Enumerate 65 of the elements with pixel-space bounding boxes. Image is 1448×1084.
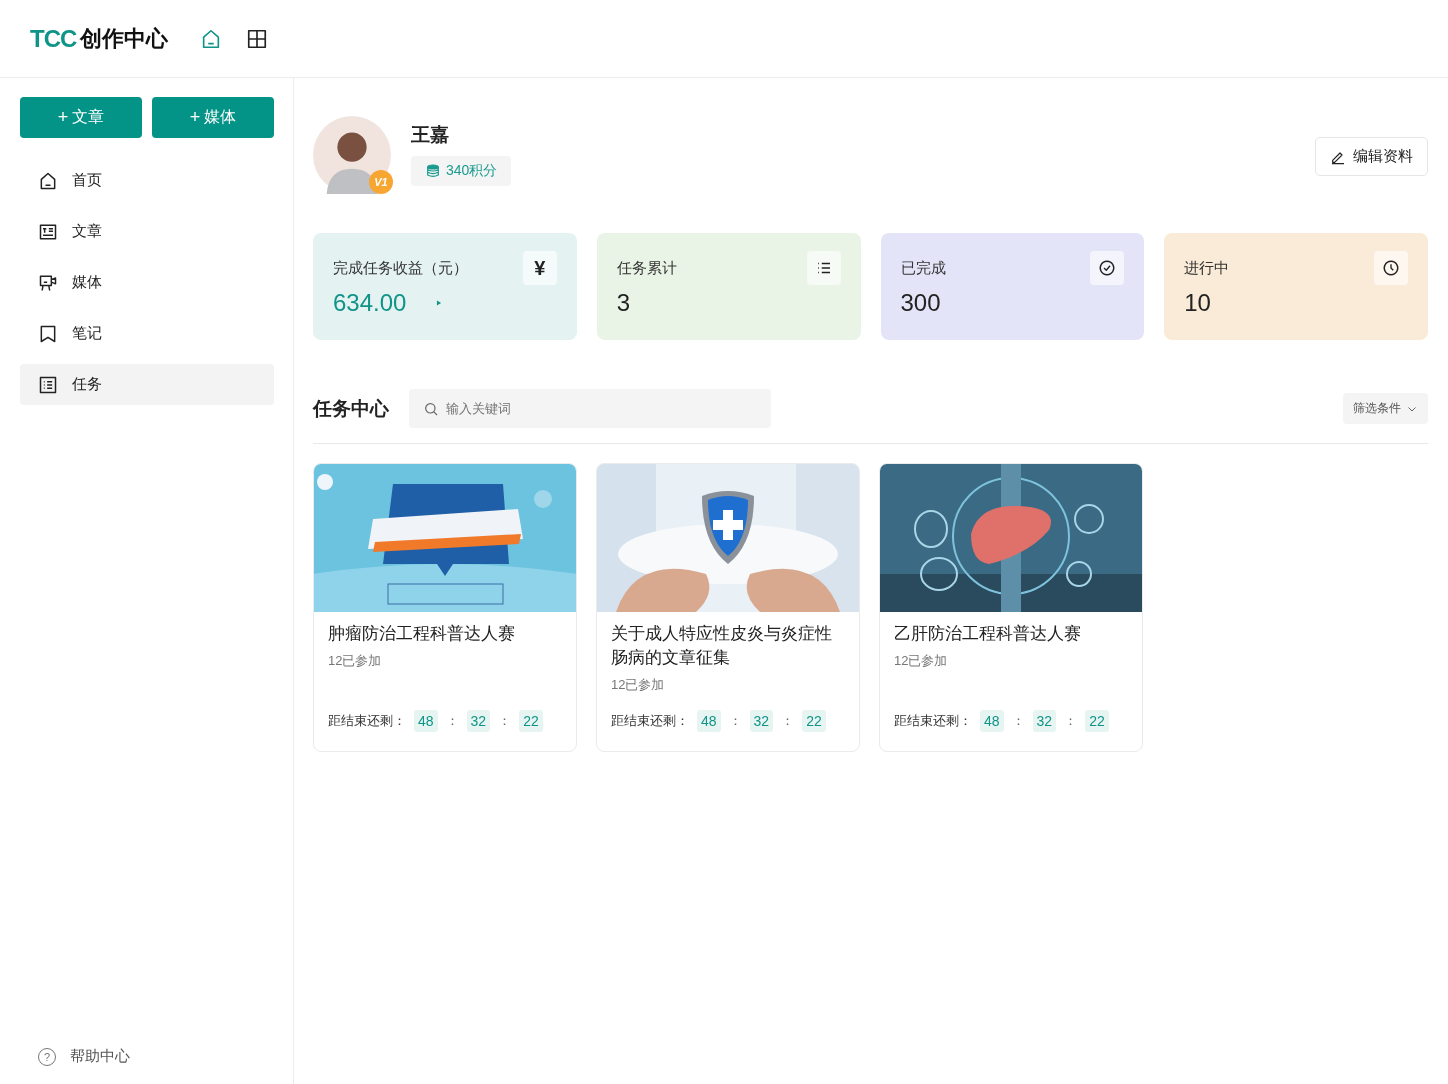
coins-icon (425, 163, 441, 179)
edit-profile-button[interactable]: 编辑资料 (1315, 137, 1428, 176)
countdown-value: 32 (1032, 710, 1057, 732)
countdown-value: 22 (519, 710, 543, 732)
sidebar-item[interactable]: 任务 (20, 364, 274, 405)
logo-mark: TCC (30, 24, 77, 53)
countdown-label: 距结束还剩： (611, 712, 689, 730)
task-title: 乙肝防治工程科普达人赛 (894, 623, 1082, 645)
countdown-value: 32 (466, 710, 491, 732)
level-badge: V1 (369, 170, 393, 194)
countdown-separator: ： (1011, 712, 1025, 730)
help-link[interactable]: 帮助中心 (70, 1047, 130, 1066)
countdown-value: 48 (980, 710, 1004, 732)
countdown-separator: ： (445, 712, 459, 730)
sidebar-item[interactable]: 文章 (20, 211, 274, 252)
yen-icon: ¥ (522, 251, 557, 285)
stat-value: 10 (1184, 289, 1211, 317)
logo-title: 创作中心 (80, 24, 169, 53)
section-title: 任务中心 (313, 396, 389, 421)
stat-label: 完成任务收益（元） (333, 258, 468, 278)
grid-icon[interactable] (246, 27, 269, 50)
countdown-value: 22 (1085, 710, 1109, 732)
countdown-separator: ： (781, 712, 795, 730)
sidebar-item[interactable]: 笔记 (20, 313, 274, 354)
participant-count: 12已参加 (611, 676, 666, 694)
nav-label: 任务 (72, 375, 102, 394)
nav-label: 首页 (72, 171, 102, 190)
countdown-value: 48 (414, 710, 438, 732)
create-button[interactable]: + 文章 (20, 97, 142, 138)
countdown-separator: ： (728, 712, 742, 730)
nav-label: 媒体 (72, 273, 102, 292)
countdown-label: 距结束还剩： (328, 712, 406, 730)
countdown-value: 22 (802, 710, 826, 732)
filter-dropdown[interactable]: 筛选条件 (1343, 393, 1428, 424)
participant-count: 12已参加 (894, 652, 949, 670)
task-card[interactable]: 乙肝防治工程科普达人赛 12已参加 距结束还剩： 48 ： 32 ： 22 (879, 463, 1143, 752)
countdown-separator: ： (1064, 712, 1078, 730)
stat-label: 已完成 (900, 258, 946, 278)
bookmark-icon (38, 323, 58, 344)
stat-label: 进行中 (1184, 258, 1230, 278)
list-icon (38, 374, 58, 395)
search-field[interactable]: 输入关键词 (409, 389, 771, 428)
stat-value: 300 (900, 289, 941, 317)
countdown-value: 32 (749, 710, 774, 732)
task-card[interactable]: 关于成人特应性皮炎与炎症性肠病的文章征集 12已参加 距结束还剩： 48 ： 32 ： 22 (596, 463, 860, 752)
nav-label: 笔记 (72, 324, 102, 343)
nav-label: 文章 (72, 222, 102, 241)
participant-count: 12已参加 (328, 652, 383, 670)
countdown-separator: ： (498, 712, 512, 730)
search-icon (423, 401, 439, 417)
task-card[interactable]: 肿瘤防治工程科普达人赛 12已参加 距结束还剩： 48 ： 32 ： 22 (313, 463, 577, 752)
clock-icon (1382, 259, 1400, 277)
points-text: 340积分 (446, 162, 498, 180)
stat-value: 634.00 (333, 289, 407, 317)
countdown-label: 距结束还剩： (894, 712, 972, 730)
home-icon (38, 170, 58, 191)
stat-label: 任务累计 (616, 258, 677, 278)
create-button[interactable]: + 媒体 (152, 97, 274, 138)
task-title: 关于成人特应性皮炎与炎症性肠病的文章征集 (611, 623, 833, 669)
sidebar-item[interactable]: 首页 (20, 160, 274, 201)
countdown-value: 48 (697, 710, 721, 732)
task-title: 肿瘤防治工程科普达人赛 (328, 623, 516, 645)
user-name: 王嘉 (411, 123, 450, 147)
stat-value: 3 (616, 289, 631, 317)
sidebar-item[interactable]: 媒体 (20, 262, 274, 303)
